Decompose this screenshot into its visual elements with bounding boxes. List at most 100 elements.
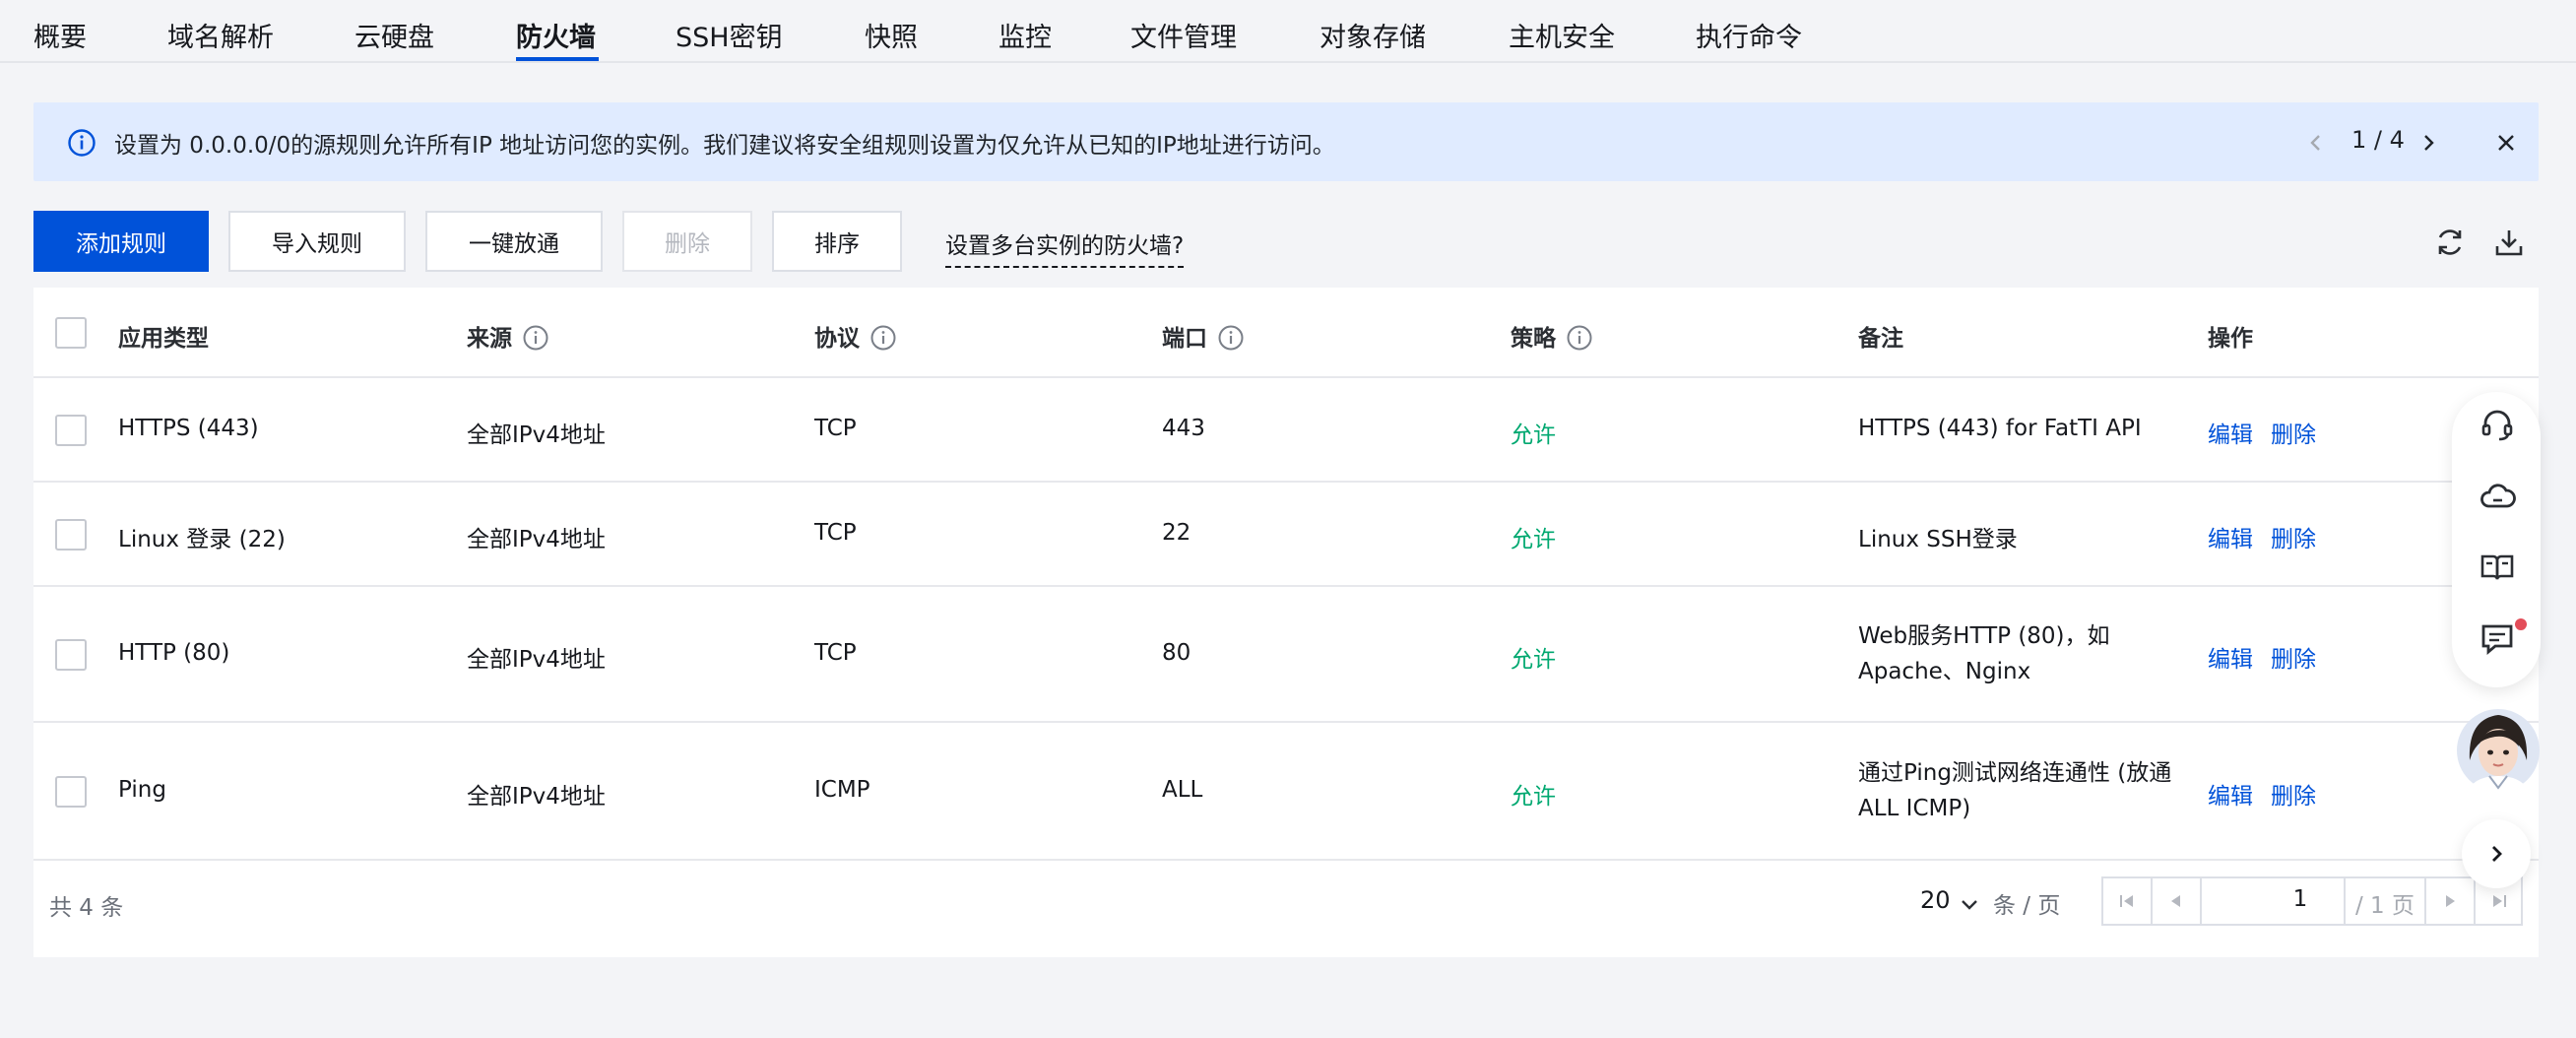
column-policy: 策略 (1511, 319, 1593, 353)
cell-port: ALL (1162, 777, 1203, 803)
floating-help-panel (2452, 392, 2541, 687)
cell-app-type: Linux 登录 (22) (118, 527, 286, 552)
cell-source: 全部IPv4地址 (467, 422, 606, 448)
tab-overview[interactable]: 概要 (33, 16, 87, 54)
delete-rule-link[interactable]: 删除 (2271, 520, 2316, 553)
tab-object-storage[interactable]: 对象存储 (1320, 16, 1426, 54)
info-icon (68, 129, 96, 157)
column-protocol: 协议 (814, 319, 897, 353)
notification-dot (2515, 618, 2527, 630)
total-count: 共 4 条 (49, 895, 124, 921)
cell-note: Web服务HTTP (80)，如Apache、Nginx (1858, 623, 2110, 684)
prev-page-button[interactable] (2153, 878, 2202, 924)
total-pages: / 1 页 (2355, 893, 2415, 919)
row-checkbox[interactable] (55, 776, 87, 808)
pagination: 1 / 1 页 (2101, 876, 2523, 926)
cell-protocol: TCP (814, 416, 857, 441)
cell-protocol: TCP (814, 640, 857, 666)
last-page-icon (2493, 895, 2506, 907)
table-row: HTTPS (443) 全部IPv4地址 TCP 443 允许 HTTPS (4… (33, 378, 2539, 483)
row-checkbox[interactable] (55, 415, 87, 446)
table-row: HTTP (80) 全部IPv4地址 TCP 80 允许 Web服务HTTP (… (33, 587, 2539, 723)
tab-run-command[interactable]: 执行命令 (1696, 16, 1802, 54)
close-icon[interactable] (2491, 128, 2521, 158)
current-page-input[interactable]: 1 (2261, 886, 2340, 912)
cell-policy: 允许 (1511, 784, 1556, 810)
row-checkbox[interactable] (55, 519, 87, 551)
import-rules-button[interactable]: 导入规则 (228, 211, 406, 272)
feedback-message-icon[interactable] (2478, 618, 2517, 658)
firewall-rules-table: 应用类型 来源 协议 端口 策略 备注 操作 HTTPS (443) 全部IPv… (33, 288, 2539, 957)
sort-button[interactable]: 排序 (772, 211, 902, 272)
cell-protocol: TCP (814, 520, 857, 546)
info-icon[interactable] (1217, 324, 1245, 352)
info-icon[interactable] (522, 324, 549, 352)
active-tab-indicator (516, 57, 599, 61)
tab-dns[interactable]: 域名解析 (167, 16, 274, 54)
next-page-button[interactable] (2424, 878, 2474, 924)
cell-app-type: HTTP (80) (118, 640, 230, 666)
cell-port: 443 (1162, 416, 1205, 441)
caret-left-icon (2171, 895, 2180, 907)
cell-source: 全部IPv4地址 (467, 527, 606, 552)
info-icon[interactable] (1566, 324, 1593, 352)
delete-rule-link[interactable]: 删除 (2271, 777, 2316, 811)
security-notice-banner: 设置为 0.0.0.0/0的源规则允许所有IP 地址访问您的实例。我们建议将安全… (33, 102, 2539, 181)
tab-file-management[interactable]: 文件管理 (1130, 16, 1237, 54)
cell-note: Linux SSH登录 (1858, 527, 2018, 552)
page-size-value: 20 (1920, 886, 1951, 914)
delete-button[interactable]: 删除 (622, 211, 752, 272)
per-page-unit: 条 / 页 (1993, 893, 2061, 919)
tab-ssh-keys[interactable]: SSH密钥 (676, 16, 783, 54)
edit-rule-link[interactable]: 编辑 (2208, 640, 2253, 674)
select-all-checkbox[interactable] (55, 317, 87, 349)
tab-snapshots[interactable]: 快照 (865, 16, 918, 54)
cell-protocol: ICMP (814, 777, 870, 803)
add-rule-button[interactable]: 添加规则 (33, 211, 209, 272)
tab-cloud-disk[interactable]: 云硬盘 (354, 16, 434, 54)
cell-policy: 允许 (1511, 527, 1556, 552)
book-icon[interactable] (2478, 548, 2517, 587)
cell-app-type: Ping (118, 777, 166, 803)
cell-policy: 允许 (1511, 422, 1556, 448)
assistant-avatar[interactable] (2456, 701, 2541, 796)
delete-rule-link[interactable]: 删除 (2271, 416, 2316, 449)
chevron-left-icon[interactable] (2304, 128, 2328, 158)
column-note: 备注 (1858, 326, 1903, 352)
collapse-panel-button[interactable] (2462, 819, 2531, 888)
customer-service-icon[interactable] (2478, 406, 2517, 445)
one-click-open-button[interactable]: 一键放通 (425, 211, 603, 272)
download-icon[interactable] (2491, 225, 2527, 260)
table-row: Ping 全部IPv4地址 ICMP ALL 允许 通过Ping测试网络连通性 … (33, 723, 2539, 861)
caret-right-icon (2446, 895, 2455, 907)
edit-rule-link[interactable]: 编辑 (2208, 520, 2253, 553)
pager-divider (2344, 878, 2346, 924)
tab-firewall[interactable]: 防火墙 (516, 16, 596, 54)
row-checkbox[interactable] (55, 639, 87, 671)
edit-rule-link[interactable]: 编辑 (2208, 416, 2253, 449)
refresh-icon[interactable] (2432, 225, 2468, 260)
delete-rule-link[interactable]: 删除 (2271, 640, 2316, 674)
tab-monitoring[interactable]: 监控 (998, 16, 1052, 54)
info-icon[interactable] (869, 324, 897, 352)
column-port: 端口 (1162, 319, 1245, 353)
chevron-right-icon[interactable] (2416, 128, 2440, 158)
chevron-right-icon (2492, 846, 2502, 862)
table-header: 应用类型 来源 协议 端口 策略 备注 操作 (33, 288, 2539, 378)
first-page-icon (2120, 895, 2133, 907)
cell-app-type: HTTPS (443) (118, 416, 259, 441)
cell-port: 80 (1162, 640, 1191, 666)
table-row: Linux 登录 (22) 全部IPv4地址 TCP 22 允许 Linux S… (33, 483, 2539, 587)
cell-port: 22 (1162, 520, 1191, 546)
column-app-type: 应用类型 (118, 326, 209, 352)
column-source: 来源 (467, 319, 549, 353)
chevron-down-icon (1962, 900, 1977, 910)
cell-policy: 允许 (1511, 647, 1556, 673)
multi-instance-firewall-link[interactable]: 设置多台实例的防火墙? (945, 227, 1185, 268)
first-page-button[interactable] (2103, 878, 2153, 924)
column-actions: 操作 (2208, 326, 2253, 352)
notice-pager: 1 / 4 (2351, 126, 2405, 154)
cloud-bell-icon[interactable] (2478, 477, 2517, 516)
edit-rule-link[interactable]: 编辑 (2208, 777, 2253, 811)
tab-host-security[interactable]: 主机安全 (1509, 16, 1615, 54)
